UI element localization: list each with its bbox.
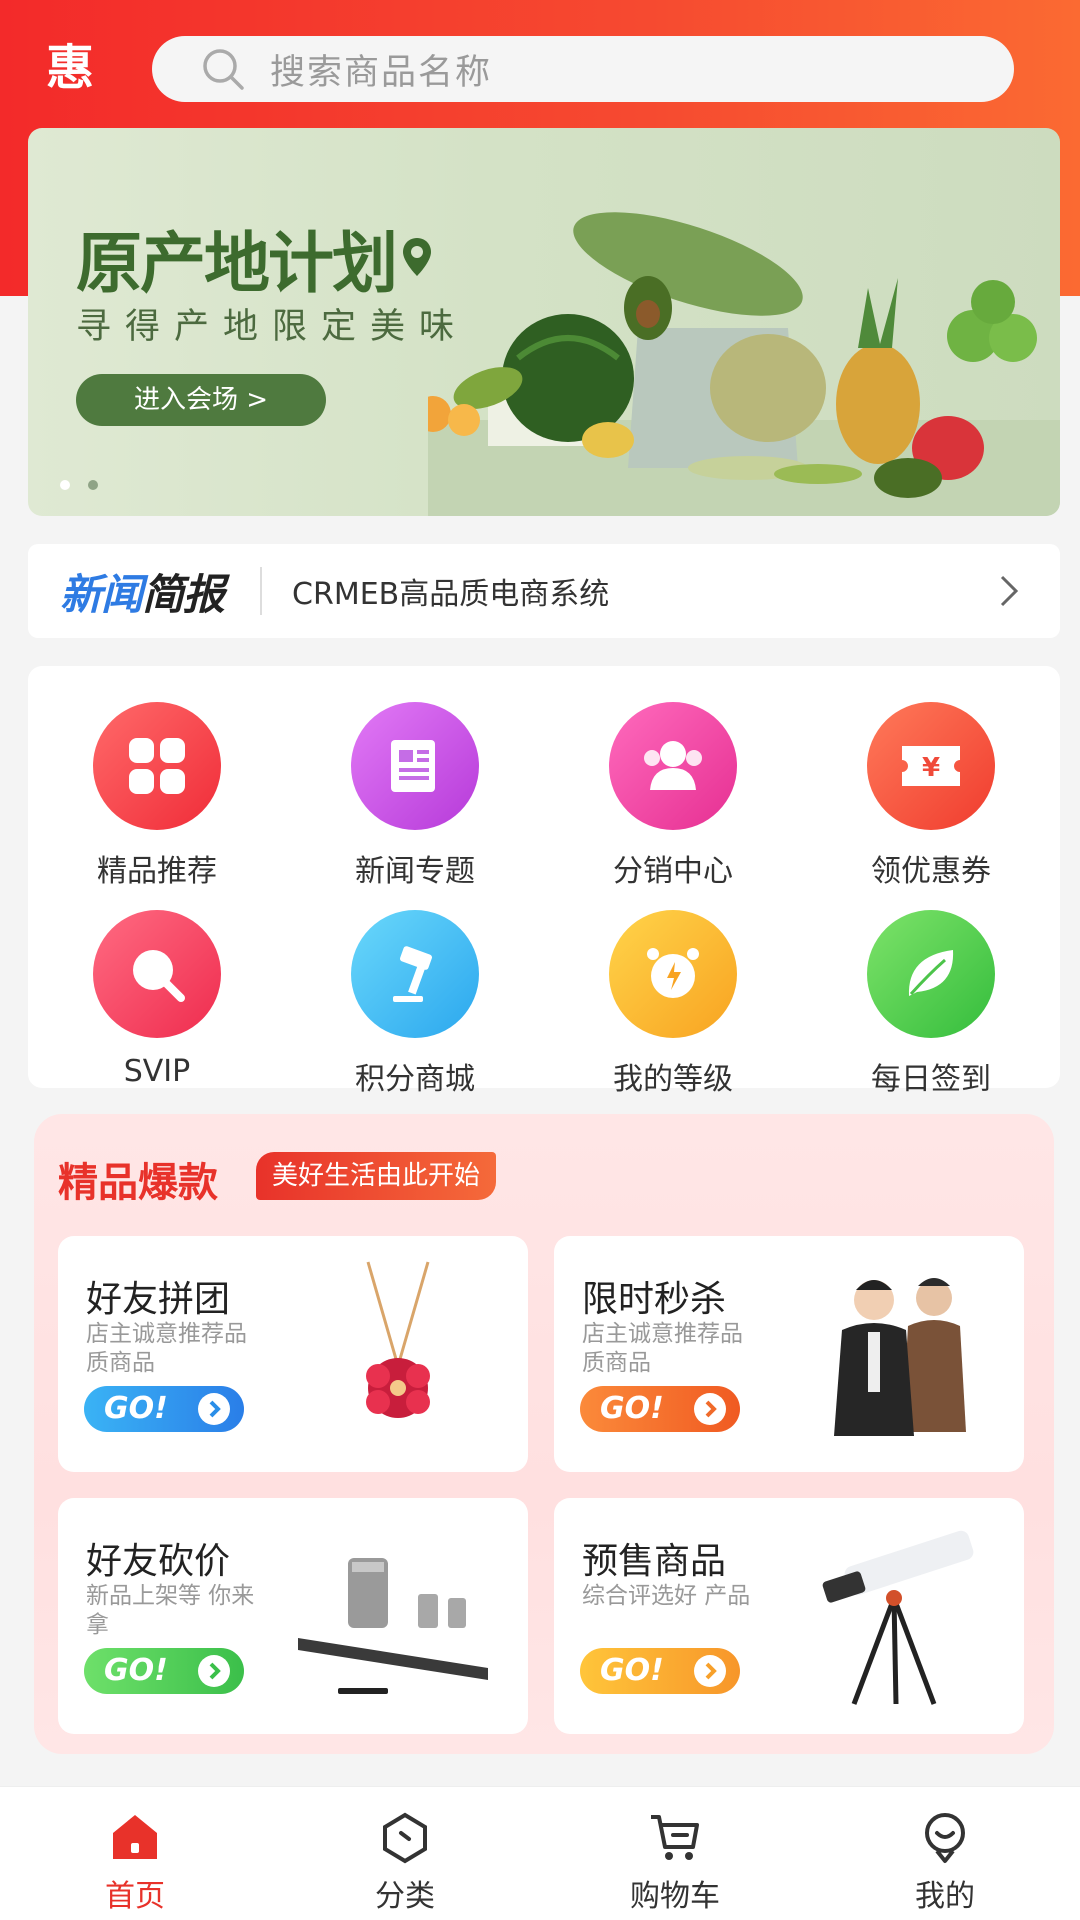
banner-dot-active[interactable] xyxy=(60,480,70,490)
card-title: 好友拼团 xyxy=(86,1279,231,1320)
card-flash-sale[interactable]: 限时秒杀 店主诚意推荐品质商品 GO! xyxy=(554,1236,1024,1472)
go-button[interactable]: GO! xyxy=(84,1386,244,1432)
necklace-image xyxy=(366,1261,430,1418)
menu-label: 领优惠券 xyxy=(871,854,991,889)
menu-item-daily-checkin[interactable]: 每日签到 xyxy=(802,910,1060,1098)
menu-icon-bg xyxy=(867,910,995,1038)
bottom-tab-bar: 首页 分类 购物车 我的 xyxy=(0,1786,1080,1920)
go-button[interactable]: GO! xyxy=(580,1648,740,1694)
banner-dot[interactable] xyxy=(88,480,98,490)
alarm-icon xyxy=(647,948,699,998)
arrow-right-icon xyxy=(694,1655,726,1687)
app-logo: 惠 xyxy=(45,40,94,96)
card-title: 好友砍价 xyxy=(86,1541,231,1582)
card-subtitle: 新品上架等 你来拿 xyxy=(86,1583,255,1638)
search-icon xyxy=(203,49,244,90)
profile-icon xyxy=(925,1813,965,1863)
promo-banner[interactable]: 原产地计划 寻得产地限定美味 进入会场 > xyxy=(28,128,1060,516)
banner-title: 原产地计划 xyxy=(76,210,434,306)
menu-item-points-mall[interactable]: 积分商城 xyxy=(286,910,544,1098)
news-divider xyxy=(260,567,263,615)
speaker-image xyxy=(298,1558,488,1694)
telescope-image xyxy=(822,1530,974,1705)
menu-icon-bg xyxy=(93,910,221,1038)
card-subtitle: 店主诚意推荐品质商品 xyxy=(86,1321,247,1376)
grid-icon xyxy=(129,738,185,794)
arrow-right-icon xyxy=(198,1393,230,1425)
search-placeholder: 搜索商品名称 xyxy=(270,52,493,93)
magnifier-icon xyxy=(133,950,185,1002)
card-bargain[interactable]: 好友砍价 新品上架等 你来拿 GO! xyxy=(58,1498,528,1734)
tab-home[interactable]: 首页 xyxy=(0,1787,270,1920)
menu-item-news-topics[interactable]: 新闻专题 xyxy=(286,702,544,890)
menu-label: 每日签到 xyxy=(871,1062,991,1097)
card-presale[interactable]: 预售商品 综合评选好 产品 GO! xyxy=(554,1498,1024,1734)
tab-label: 分类 xyxy=(375,1879,435,1914)
gavel-icon xyxy=(393,946,432,1002)
news-headline[interactable]: CRMEB高品质电商系统 xyxy=(292,569,988,613)
svg-text:¥: ¥ xyxy=(922,753,940,783)
menu-label: 我的等级 xyxy=(613,1062,733,1097)
chevron-right-icon[interactable] xyxy=(988,571,1028,611)
menu-icon-bg: ¥ xyxy=(867,702,995,830)
users-icon xyxy=(644,741,702,790)
go-button[interactable]: GO! xyxy=(580,1386,740,1432)
coupon-icon: ¥ xyxy=(902,746,960,786)
cart-icon xyxy=(651,1815,699,1860)
tab-category[interactable]: 分类 xyxy=(270,1787,540,1920)
menu-icon-bg xyxy=(609,910,737,1038)
section-title: 精品爆款 xyxy=(58,1160,218,1206)
tab-label: 首页 xyxy=(105,1879,165,1914)
menu-item-distribution[interactable]: 分销中心 xyxy=(544,702,802,890)
menu-icon-bg xyxy=(351,702,479,830)
card-subtitle: 店主诚意推荐品质商品 xyxy=(582,1321,743,1376)
menu-icon-bg xyxy=(93,702,221,830)
tab-profile[interactable]: 我的 xyxy=(810,1787,1080,1920)
menu-item-coupons[interactable]: ¥ 领优惠券 xyxy=(802,702,1060,890)
card-title: 预售商品 xyxy=(582,1541,727,1582)
go-button[interactable]: GO! xyxy=(84,1648,244,1694)
menu-item-my-level[interactable]: 我的等级 xyxy=(544,910,802,1098)
menu-label: 新闻专题 xyxy=(355,854,475,889)
menu-label: SVIP xyxy=(123,1054,191,1089)
banner-subtitle: 寻得产地限定美味 xyxy=(76,307,469,347)
menu-icon-bg xyxy=(351,910,479,1038)
menu-item-featured[interactable]: 精品推荐 xyxy=(28,702,286,890)
hot-products-section: 精品爆款 美好生活由此开始 好友拼团 店主诚意推荐品质商品 GO! 限时秒杀 店… xyxy=(34,1114,1054,1754)
search-bar[interactable]: 搜索商品名称 xyxy=(152,36,1014,102)
leaf-icon xyxy=(908,950,954,996)
news-ticker[interactable]: 新闻简报 CRMEB高品质电商系统 xyxy=(28,544,1060,638)
section-tag: 美好生活由此开始 xyxy=(256,1152,497,1200)
arrow-right-icon xyxy=(694,1393,726,1425)
home-icon xyxy=(113,1815,157,1859)
fruit-display-image xyxy=(428,212,1060,516)
card-subtitle: 综合评选好 产品 xyxy=(582,1583,751,1609)
card-group-buy[interactable]: 好友拼团 店主诚意推荐品质商品 GO! xyxy=(58,1236,528,1472)
tab-cart[interactable]: 购物车 xyxy=(540,1787,810,1920)
category-icon xyxy=(383,1812,427,1864)
banner-enter-button[interactable]: 进入会场 > xyxy=(76,374,326,426)
menu-label: 分销中心 xyxy=(613,854,733,889)
menu-icon-bg xyxy=(609,702,737,830)
document-icon xyxy=(391,740,435,792)
menu-label: 积分商城 xyxy=(355,1062,475,1097)
quick-menu: 精品推荐 新闻专题 分销中心 ¥ 领优惠券 SVIP 积分商城 我的等级 每日签… xyxy=(28,666,1060,1097)
menu-item-svip[interactable]: SVIP xyxy=(28,910,286,1089)
card-title: 限时秒杀 xyxy=(582,1279,727,1320)
menu-label: 精品推荐 xyxy=(97,854,217,889)
arrow-right-icon xyxy=(198,1655,230,1687)
tab-label: 我的 xyxy=(915,1879,975,1914)
news-logo: 新闻简报 xyxy=(60,569,225,619)
jackets-image xyxy=(834,1278,966,1436)
tab-label: 购物车 xyxy=(630,1879,720,1914)
